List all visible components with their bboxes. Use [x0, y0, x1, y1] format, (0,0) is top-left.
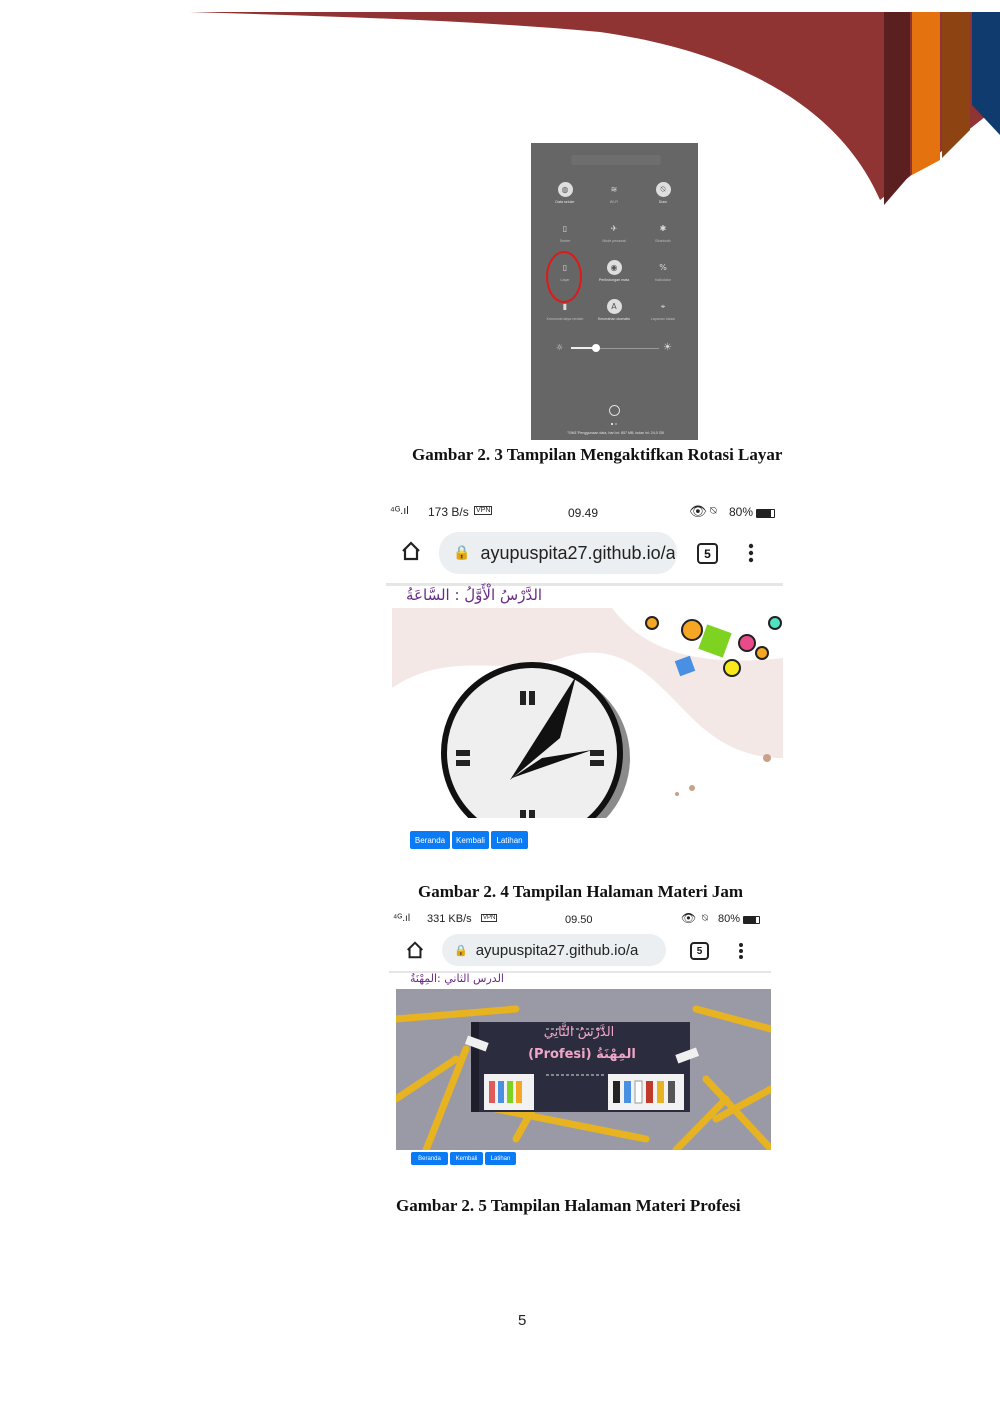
- stripe-orange: [912, 12, 940, 175]
- globe-icon: ◍: [557, 182, 573, 197]
- quick-tile-label: Perlindungan mata: [598, 278, 630, 282]
- beranda-button[interactable]: Beranda: [410, 831, 450, 849]
- url-text: ayupuspita27.github.io/a: [480, 542, 676, 563]
- quick-tile-kecerahan-otomatis[interactable]: A Kecerahan otomatis: [592, 299, 636, 322]
- stripe-dark: [884, 12, 910, 205]
- location-icon: ⌖: [660, 301, 666, 311]
- blurred-header: [571, 155, 661, 165]
- eye-icon: ◉: [606, 260, 622, 275]
- menu-kebab-icon[interactable]: [738, 942, 744, 960]
- flashlight-icon: ▯: [562, 224, 568, 233]
- page-dots: [611, 423, 619, 426]
- phone-screenshot-profesi: ⁴ᴳ.ıl 331 KB/s VPN 09.50 👁 ⍉ 80% 🔒 ayupu…: [389, 910, 771, 1170]
- page-number: 5: [518, 1312, 527, 1329]
- clock-time: 09.49: [568, 506, 599, 520]
- percent-icon: %: [659, 263, 667, 272]
- data-usage-footer: "SIM1"Penggunaan data, hari ini: 857 MB,…: [567, 431, 664, 435]
- battery-percent: 80%: [729, 505, 754, 519]
- mute-icon: ⍉: [710, 505, 717, 517]
- brightness-high-icon: ☀: [663, 342, 672, 353]
- battery-icon: [743, 916, 760, 924]
- quick-tile-label: Senter: [559, 239, 571, 243]
- tab-switcher-button[interactable]: 5: [690, 942, 709, 960]
- quick-tile-label: Data seluler: [555, 200, 575, 204]
- quick-tile-layanan-lokasi[interactable]: ⌖ Layanan lokasi: [641, 299, 685, 322]
- home-icon[interactable]: [400, 540, 422, 562]
- brightness-thumb[interactable]: [591, 344, 600, 352]
- quick-tile-label: Mode pesawat: [602, 239, 626, 243]
- url-text: ayupuspita27.github.io/a: [475, 941, 639, 959]
- quick-tile-kalkulator[interactable]: % Kalkulator: [641, 260, 685, 283]
- figure-caption-2-4: Gambar 2. 4 Tampilan Halaman Materi Jam: [418, 882, 744, 901]
- address-bar[interactable]: 🔒 ayupuspita27.github.io/a: [442, 934, 666, 966]
- quick-tile-diam[interactable]: ⍉ Diam: [641, 182, 685, 205]
- quick-tile-label: Bluetooth: [655, 239, 671, 243]
- stripe-brown: [942, 12, 970, 158]
- brightness-low-icon: ☼: [556, 343, 564, 352]
- menu-kebab-icon[interactable]: [748, 543, 754, 563]
- clock-illustration: [392, 608, 783, 826]
- quick-tile-perlindungan-mata[interactable]: ◉ Perlindungan mata: [592, 260, 636, 283]
- address-bar[interactable]: 🔒 ayupuspita27.github.io/a: [439, 532, 677, 574]
- bell-off-icon: ⍉: [655, 182, 671, 197]
- latihan-button[interactable]: Latihan: [491, 831, 528, 849]
- highlight-circle: [546, 251, 582, 303]
- lock-icon: 🔒: [453, 545, 471, 561]
- quick-tile-label: Wi-Fi: [609, 200, 619, 204]
- auto-brightness-icon: A: [606, 299, 622, 314]
- quick-tile-senter[interactable]: ▯ Senter: [543, 221, 587, 244]
- figure-caption-2-3: Gambar 2. 3 Tampilan Mengaktifkan Rotasi…: [412, 445, 783, 464]
- latihan-button[interactable]: Latihan: [485, 1152, 516, 1165]
- battery-percent: 80%: [718, 913, 741, 925]
- home-icon[interactable]: [405, 940, 425, 960]
- quick-tile-label: Layanan lokasi: [651, 317, 675, 321]
- quick-tile-label: Diam: [658, 200, 668, 204]
- quick-tile-label: Kalkulator: [655, 278, 671, 282]
- kembali-button[interactable]: Kembali: [452, 831, 489, 849]
- quick-tile-wi-fi[interactable]: ≋ Wi-Fi: [592, 182, 636, 205]
- vpn-badge: VPN: [474, 506, 493, 515]
- phone-screenshot-jam: ⁴ᴳ.ıl 173 B/s VPN 09.49 👁 ⍉ 80% 🔒 ayupus…: [386, 500, 783, 855]
- airplane-icon: ✈: [610, 224, 618, 233]
- bluetooth-icon: ✱: [659, 224, 667, 233]
- quick-tile-label: Kecerahan otomatis: [598, 317, 630, 321]
- wifi-icon: ≋: [610, 185, 618, 194]
- profesi-banner: [396, 989, 771, 1150]
- quick-settings-screenshot: ◍ Data seluler ≋ Wi-Fi ⍉ Diam ▯ Senter ✈ Mode pes…: [531, 143, 698, 440]
- tab-switcher-button[interactable]: 5: [697, 543, 718, 564]
- eye-icon: 👁: [681, 911, 697, 925]
- eye-icon: 👁: [689, 503, 707, 519]
- vpn-badge: VPN: [481, 914, 498, 922]
- signal-icon: ⁴ᴳ.ıl: [393, 913, 411, 924]
- lesson-heading: الدَّرْسُ الْأَوَّلُ : السَّاعَةُ: [406, 586, 543, 604]
- quick-tile-mode-pesawat[interactable]: ✈ Mode pesawat: [592, 221, 636, 244]
- signal-icon: ⁴ᴳ.ıl: [390, 505, 409, 517]
- kembali-button[interactable]: Kembali: [450, 1152, 483, 1165]
- banner-subtitle: (Profesi) المِهْنَةُ: [528, 1047, 636, 1062]
- beranda-button[interactable]: Beranda: [411, 1152, 448, 1165]
- quick-tile-label: Konsumsi daya rendah: [546, 317, 584, 321]
- banner-title: الدَّرْسُ الثَّانِي: [543, 1025, 615, 1040]
- lesson-heading: الدرس الثاني :المِهْنَةُ: [410, 972, 504, 985]
- clock-time: 09.50: [565, 914, 593, 926]
- quick-tile-bluetooth[interactable]: ✱ Bluetooth: [641, 221, 685, 244]
- lock-icon: 🔒: [454, 943, 468, 957]
- quick-tile-data-seluler[interactable]: ◍ Data seluler: [543, 182, 587, 205]
- header-banner: [190, 12, 1000, 205]
- mute-icon: ⍉: [702, 913, 708, 924]
- network-speed: 331 KB/s: [427, 913, 472, 925]
- battery-icon: [756, 509, 775, 518]
- network-speed: 173 B/s: [428, 505, 469, 519]
- figure-caption-2-5: Gambar 2. 5 Tampilan Halaman Materi Prof…: [396, 1196, 741, 1215]
- edit-settings-icon[interactable]: [609, 405, 620, 416]
